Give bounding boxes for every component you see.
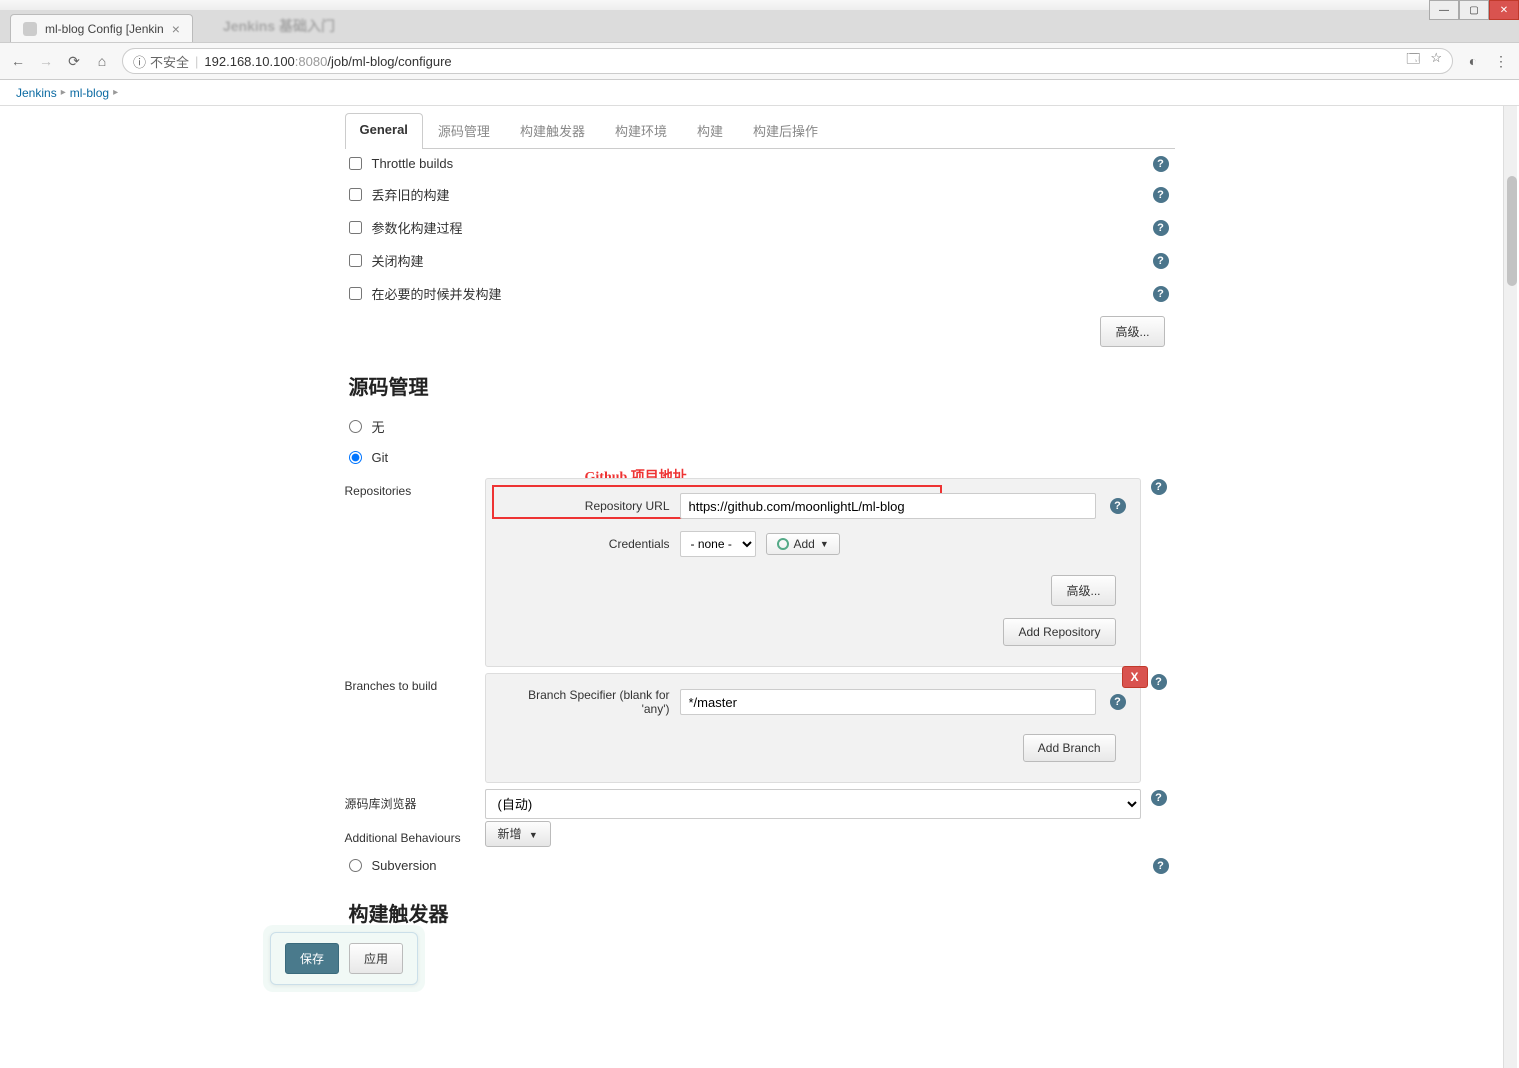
reload-icon[interactable]: ⟳ (66, 53, 82, 69)
checkbox-disable[interactable] (349, 254, 362, 267)
window-frame-top: — ▢ ✕ (0, 0, 1519, 10)
help-icon[interactable]: ? (1153, 220, 1169, 236)
scm-git-option[interactable]: Git (345, 443, 1175, 472)
radio-scm-subversion[interactable] (349, 859, 362, 872)
opt-disable-build[interactable]: 关闭构建 ? (345, 244, 1175, 277)
home-icon[interactable]: ⌂ (94, 53, 110, 69)
help-icon[interactable]: ? (1110, 498, 1126, 514)
help-icon[interactable]: ? (1153, 187, 1169, 203)
add-credentials-button[interactable]: Add ▼ (766, 533, 840, 555)
tab-triggers[interactable]: 构建触发器 (505, 112, 600, 148)
save-apply-bar: 保存 应用 (270, 932, 418, 985)
help-icon[interactable]: ? (1153, 286, 1169, 302)
truncated-option-row: __脚本) (345, 937, 1175, 968)
checkbox-discard[interactable] (349, 188, 362, 201)
opt-throttle-builds[interactable]: Throttle builds ? (345, 149, 1175, 178)
window-maximize-button[interactable]: ▢ (1459, 0, 1489, 20)
delete-branch-button[interactable]: X (1122, 666, 1148, 688)
info-icon: ⓘ (133, 52, 146, 71)
label-branches: Branches to build (345, 673, 475, 693)
help-icon[interactable]: ? (1153, 858, 1169, 874)
add-behaviour-button[interactable]: 新增 ▼ (485, 821, 551, 847)
translate-icon[interactable]: 🗔 (1406, 50, 1420, 72)
browser-tab-strip: ml-blog Config [Jenkin × Jenkins 基础入门 (0, 10, 1519, 42)
tab-build[interactable]: 构建 (682, 112, 738, 148)
scm-subversion-option[interactable]: Subversion ? (345, 851, 1175, 880)
radio-scm-none[interactable] (349, 420, 362, 433)
help-icon[interactable]: ? (1151, 674, 1167, 690)
tab-post[interactable]: 构建后操作 (738, 112, 833, 148)
tab-general[interactable]: General (345, 113, 423, 149)
branches-panel: X Branch Specifier (blank for 'any') ? A… (485, 673, 1141, 783)
add-branch-button[interactable]: Add Branch (1023, 734, 1116, 762)
bookmark-star-icon[interactable]: ☆ (1430, 50, 1442, 72)
help-icon[interactable]: ? (1151, 790, 1167, 806)
breadcrumb-root[interactable]: Jenkins (16, 86, 57, 100)
chevron-right-icon: ▸ (61, 87, 66, 98)
opt-discard-old[interactable]: 丢弃旧的构建 ? (345, 178, 1175, 211)
section-triggers-heading: 构建触发器 (349, 898, 1175, 927)
config-form: General 源码管理 构建触发器 构建环境 构建 构建后操作 Throttl… (345, 106, 1175, 1068)
dropdown-caret-icon: ▼ (529, 830, 538, 840)
key-icon (777, 538, 789, 550)
section-scm-heading: 源码管理 (349, 371, 1175, 400)
radio-scm-git[interactable] (349, 451, 362, 464)
address-input[interactable]: ⓘ 不安全 | 192.168.10.100:8080/job/ml-blog/… (122, 48, 1453, 74)
back-icon[interactable]: ← (10, 53, 26, 69)
insecure-badge: ⓘ 不安全 (133, 52, 189, 71)
window-close-button[interactable]: ✕ (1489, 0, 1519, 20)
browser-tab-ghost: Jenkins 基础入门 (223, 16, 335, 36)
opt-concurrent[interactable]: 在必要的时候并发构建 ? (345, 277, 1175, 310)
apply-button[interactable]: 应用 (349, 943, 403, 974)
browser-tab-active[interactable]: ml-blog Config [Jenkin × (10, 14, 193, 42)
extension-icon[interactable]: ◐ (1465, 53, 1481, 69)
tab-env[interactable]: 构建环境 (600, 112, 682, 148)
label-repositories: Repositories (345, 478, 475, 498)
select-repo-browser[interactable]: (自动) (485, 789, 1141, 819)
add-repository-button[interactable]: Add Repository (1003, 618, 1115, 646)
scrollbar-thumb[interactable] (1507, 176, 1517, 286)
help-icon[interactable]: ? (1151, 479, 1167, 495)
tab-title: ml-blog Config [Jenkin (45, 22, 164, 36)
tab-close-icon[interactable]: × (172, 21, 180, 37)
chevron-right-icon: ▸ (113, 87, 118, 98)
breadcrumb: Jenkins ▸ ml-blog ▸ (0, 80, 1519, 106)
opt-parameterized[interactable]: 参数化构建过程 ? (345, 211, 1175, 244)
label-credentials: Credentials (500, 537, 670, 551)
label-branch-specifier: Branch Specifier (blank for 'any') (500, 688, 670, 716)
label-repo-browser: 源码库浏览器 (345, 789, 475, 812)
advanced-repo-button[interactable]: 高级... (1051, 575, 1115, 606)
input-repo-url[interactable] (680, 493, 1096, 519)
forward-icon[interactable]: → (38, 53, 54, 69)
dropdown-caret-icon: ▼ (820, 539, 829, 549)
url-text: 192.168.10.100:8080/job/ml-blog/configur… (204, 54, 1400, 69)
url-bar: ← → ⟳ ⌂ ⓘ 不安全 | 192.168.10.100:8080/job/… (0, 42, 1519, 80)
menu-icon[interactable]: ⋮ (1493, 53, 1509, 69)
breadcrumb-job[interactable]: ml-blog (70, 86, 109, 100)
checkbox-param[interactable] (349, 221, 362, 234)
save-button[interactable]: 保存 (285, 943, 339, 974)
advanced-button[interactable]: 高级... (1100, 316, 1164, 347)
config-tab-bar: General 源码管理 构建触发器 构建环境 构建 构建后操作 (345, 112, 1175, 149)
input-branch-specifier[interactable] (680, 689, 1096, 715)
label-additional-behaviours: Additional Behaviours (345, 825, 475, 845)
label-repo-url: Repository URL (500, 499, 670, 513)
checkbox-throttle[interactable] (349, 157, 362, 170)
repositories-panel: Repository URL ? Credentials - none - Ad… (485, 478, 1141, 667)
help-icon[interactable]: ? (1153, 253, 1169, 269)
favicon-icon (23, 22, 37, 36)
select-credentials[interactable]: - none - (680, 531, 756, 557)
help-icon[interactable]: ? (1110, 694, 1126, 710)
scm-none-option[interactable]: 无 (345, 410, 1175, 443)
window-minimize-button[interactable]: — (1429, 0, 1459, 20)
tab-scm[interactable]: 源码管理 (423, 112, 505, 148)
help-icon[interactable]: ? (1153, 156, 1169, 172)
checkbox-concurrent[interactable] (349, 287, 362, 300)
